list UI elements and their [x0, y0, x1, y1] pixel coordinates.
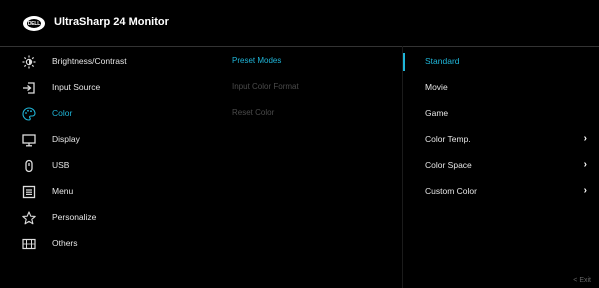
- option-label-movie: Movie: [425, 82, 448, 92]
- menu-item-personalize[interactable]: Personalize: [0, 206, 200, 230]
- dell-logo-text: DELL: [27, 19, 41, 28]
- option-label-color-temp: Color Temp.: [425, 134, 471, 144]
- option-label-custom-color: Custom Color: [425, 186, 477, 196]
- submenu-label-reset-color: Reset Color: [232, 108, 275, 117]
- dell-logo: DELL: [23, 16, 45, 31]
- option-custom-color[interactable]: Custom Color ›: [403, 180, 599, 204]
- option-color-space[interactable]: Color Space ›: [403, 154, 599, 178]
- star-icon: [22, 211, 36, 225]
- menu-label-input-source: Input Source: [52, 82, 101, 92]
- menu-label-menu: Menu: [52, 186, 74, 196]
- color-submenu: Preset Modes Input Color Format Reset Co…: [232, 46, 402, 288]
- usb-icon: [22, 159, 36, 173]
- option-label-color-space: Color Space: [425, 160, 472, 170]
- menu-label-display: Display: [52, 134, 80, 144]
- main-menu: Brightness/Contrast Input Source Color D…: [0, 46, 200, 288]
- preset-modes-options: Standard Movie Game Color Temp. › Color …: [403, 46, 599, 288]
- option-game[interactable]: Game: [403, 102, 599, 126]
- menu-icon: [22, 185, 36, 199]
- option-movie[interactable]: Movie: [403, 76, 599, 100]
- selection-indicator: [403, 53, 405, 71]
- menu-item-color[interactable]: Color: [0, 102, 200, 126]
- menu-label-personalize: Personalize: [52, 212, 97, 222]
- menu-item-menu[interactable]: Menu: [0, 180, 200, 204]
- menu-label-usb: USB: [52, 160, 70, 170]
- menu-label-others: Others: [52, 238, 78, 248]
- others-icon: [22, 237, 36, 251]
- exit-hint[interactable]: < Exit: [573, 277, 591, 284]
- monitor-osd: DELL UltraSharp 24 Monitor Brightness/Co…: [0, 0, 599, 288]
- chevron-right-icon: ›: [583, 159, 587, 170]
- osd-header: DELL UltraSharp 24 Monitor: [0, 0, 599, 47]
- chevron-right-icon: ›: [583, 133, 587, 144]
- option-label-standard: Standard: [425, 56, 460, 66]
- menu-item-input-source[interactable]: Input Source: [0, 76, 200, 100]
- submenu-label-preset-modes: Preset Modes: [232, 56, 282, 65]
- menu-label-brightness-contrast: Brightness/Contrast: [52, 56, 127, 66]
- menu-label-color: Color: [52, 108, 73, 118]
- option-label-game: Game: [425, 108, 449, 118]
- menu-item-display[interactable]: Display: [0, 128, 200, 152]
- option-standard[interactable]: Standard: [403, 50, 599, 74]
- option-color-temp[interactable]: Color Temp. ›: [403, 128, 599, 152]
- menu-item-brightness-contrast[interactable]: Brightness/Contrast: [0, 50, 200, 74]
- display-icon: [22, 133, 36, 147]
- color-palette-icon: [22, 107, 36, 121]
- submenu-label-input-color-format: Input Color Format: [232, 82, 299, 91]
- brightness-icon: [22, 55, 36, 69]
- chevron-right-icon: ›: [583, 185, 587, 196]
- input-source-icon: [22, 81, 36, 95]
- menu-item-others[interactable]: Others: [0, 232, 200, 256]
- monitor-title: UltraSharp 24 Monitor: [54, 16, 169, 28]
- menu-item-usb[interactable]: USB: [0, 154, 200, 178]
